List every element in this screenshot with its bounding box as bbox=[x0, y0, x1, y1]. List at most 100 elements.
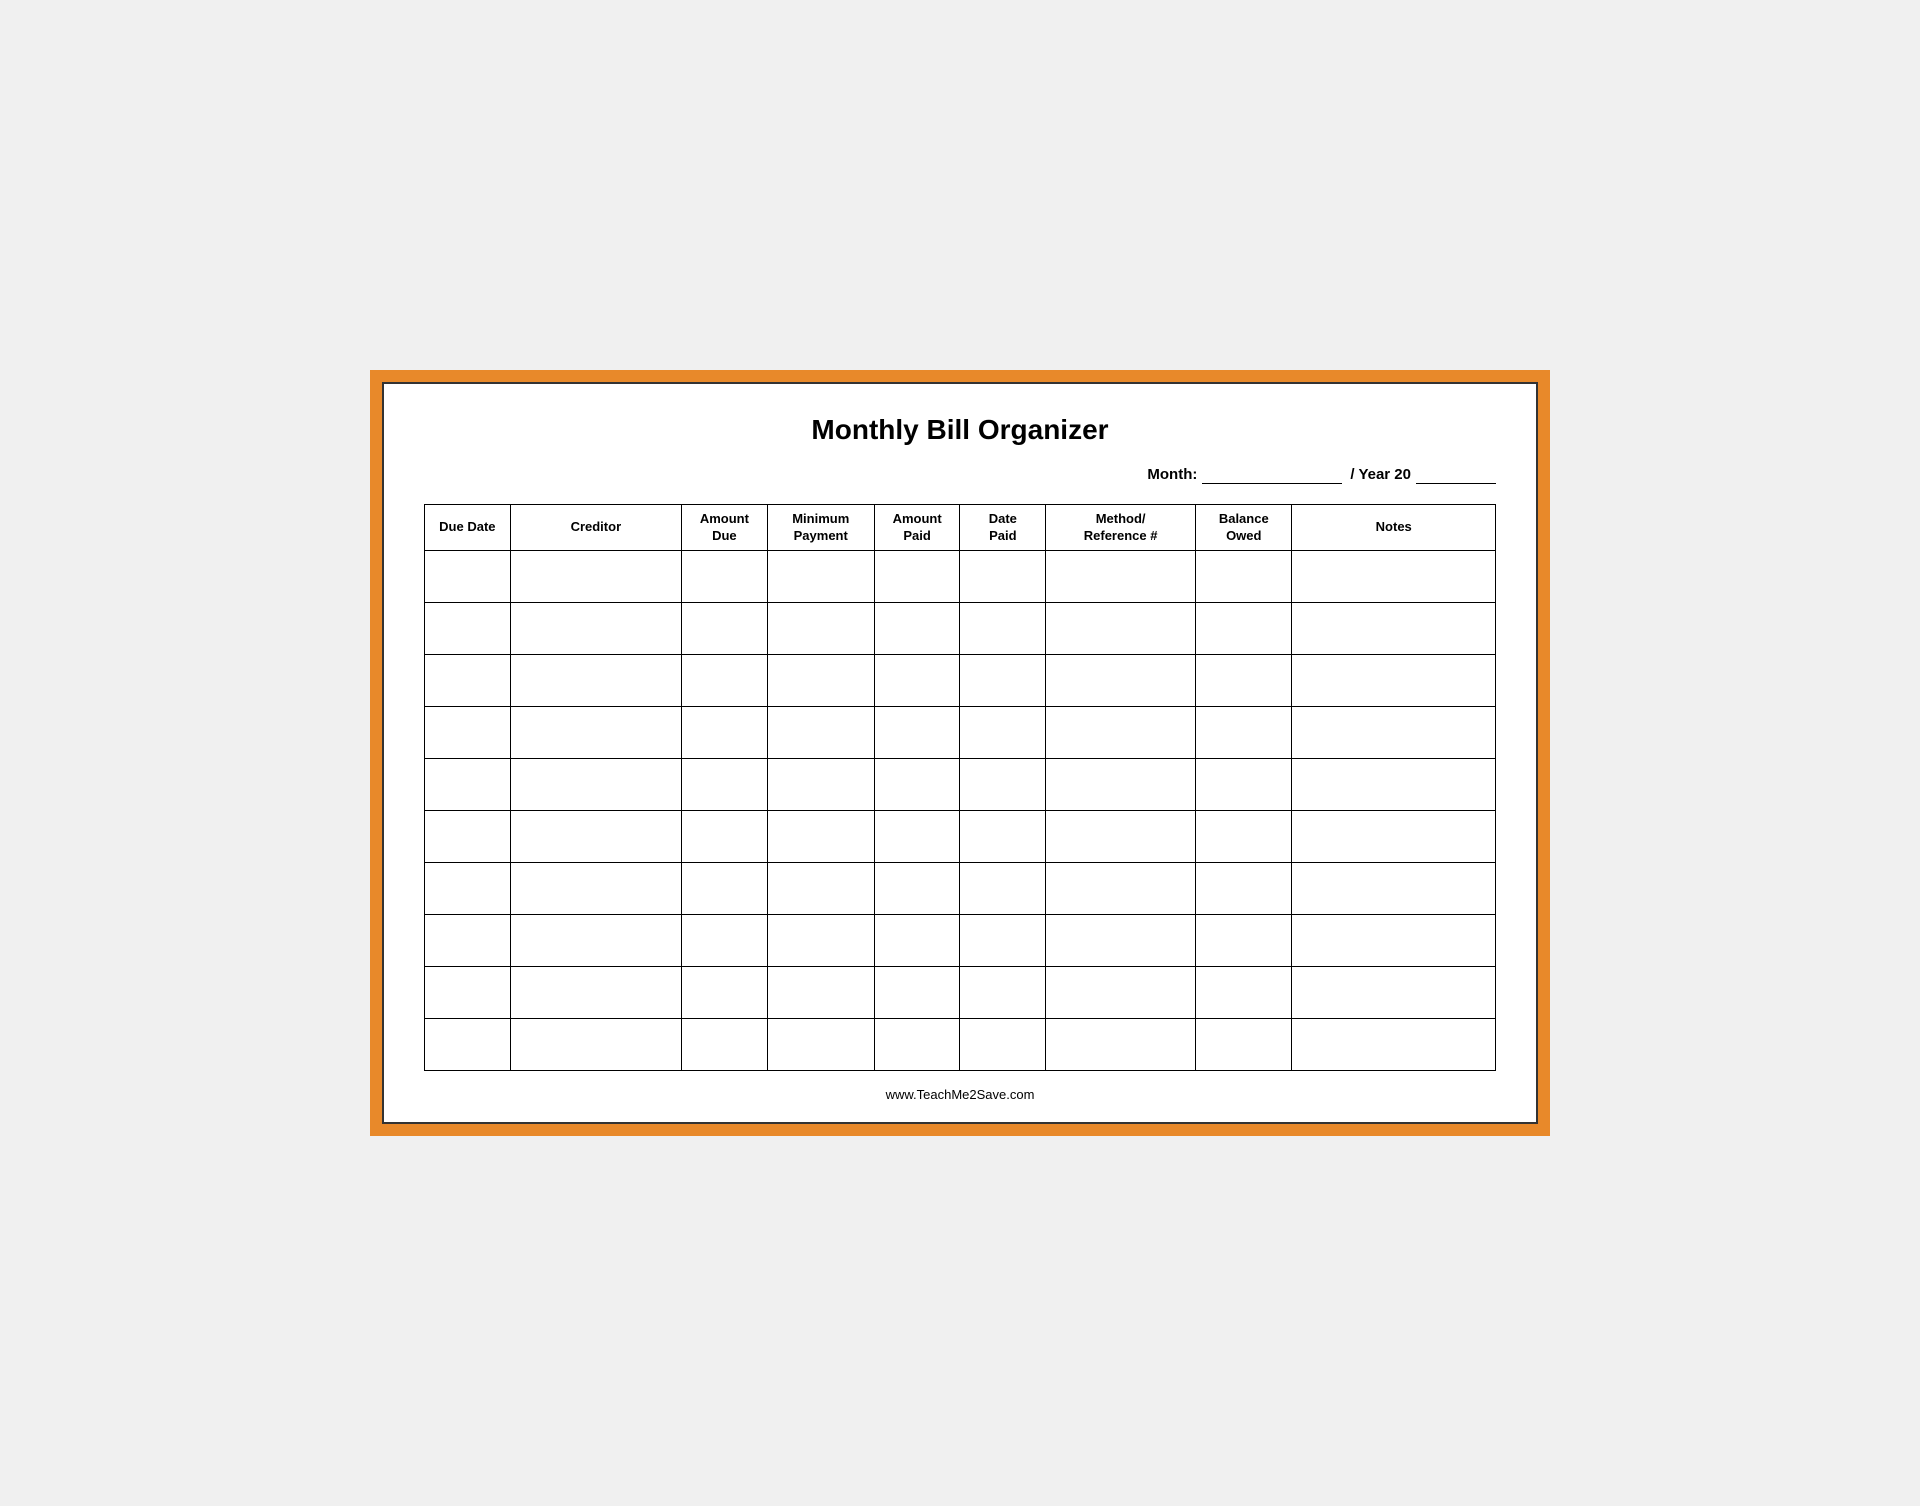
header-creditor: Creditor bbox=[510, 504, 681, 551]
table-cell bbox=[960, 655, 1046, 707]
table-cell bbox=[767, 1019, 874, 1071]
table-header-row: Due Date Creditor AmountDue MinimumPayme… bbox=[425, 504, 1496, 551]
table-cell bbox=[1196, 915, 1292, 967]
table-cell bbox=[1046, 551, 1196, 603]
table-cell bbox=[510, 1019, 681, 1071]
table-cell bbox=[767, 655, 874, 707]
table-cell bbox=[1196, 707, 1292, 759]
table-cell bbox=[767, 967, 874, 1019]
table-cell bbox=[682, 759, 768, 811]
table-cell bbox=[510, 655, 681, 707]
table-cell bbox=[425, 915, 511, 967]
table-cell bbox=[425, 811, 511, 863]
table-cell bbox=[1292, 759, 1496, 811]
month-line bbox=[1202, 466, 1342, 484]
table-cell bbox=[682, 967, 768, 1019]
table-cell bbox=[1196, 967, 1292, 1019]
table-cell bbox=[960, 967, 1046, 1019]
table-cell bbox=[767, 915, 874, 967]
header-balance-owed: BalanceOwed bbox=[1196, 504, 1292, 551]
table-cell bbox=[510, 551, 681, 603]
table-cell bbox=[682, 551, 768, 603]
table-row bbox=[425, 655, 1496, 707]
table-cell bbox=[1046, 707, 1196, 759]
table-cell bbox=[510, 811, 681, 863]
table-cell bbox=[425, 863, 511, 915]
table-cell bbox=[425, 551, 511, 603]
table-cell bbox=[874, 603, 960, 655]
footer-text: www.TeachMe2Save.com bbox=[424, 1087, 1496, 1102]
table-cell bbox=[874, 759, 960, 811]
table-cell bbox=[510, 707, 681, 759]
table-cell bbox=[960, 915, 1046, 967]
table-cell bbox=[1292, 551, 1496, 603]
table-cell bbox=[510, 759, 681, 811]
table-cell bbox=[767, 603, 874, 655]
table-cell bbox=[960, 707, 1046, 759]
table-cell bbox=[767, 863, 874, 915]
table-row bbox=[425, 863, 1496, 915]
table-cell bbox=[1292, 863, 1496, 915]
table-row bbox=[425, 1019, 1496, 1071]
header-due-date: Due Date bbox=[425, 504, 511, 551]
table-cell bbox=[874, 551, 960, 603]
table-row bbox=[425, 811, 1496, 863]
table-cell bbox=[767, 551, 874, 603]
table-cell bbox=[874, 655, 960, 707]
table-cell bbox=[1046, 863, 1196, 915]
header-method-ref: Method/Reference # bbox=[1046, 504, 1196, 551]
inner-page: Monthly Bill Organizer Month: / Year 20 … bbox=[382, 382, 1538, 1125]
table-row bbox=[425, 707, 1496, 759]
bill-organizer-table: Due Date Creditor AmountDue MinimumPayme… bbox=[424, 504, 1496, 1072]
table-cell bbox=[682, 707, 768, 759]
table-row bbox=[425, 551, 1496, 603]
table-cell bbox=[874, 915, 960, 967]
table-cell bbox=[1196, 811, 1292, 863]
table-cell bbox=[767, 707, 874, 759]
table-cell bbox=[1046, 967, 1196, 1019]
table-cell bbox=[874, 1019, 960, 1071]
table-cell bbox=[767, 759, 874, 811]
table-cell bbox=[510, 863, 681, 915]
table-cell bbox=[510, 967, 681, 1019]
table-cell bbox=[1196, 863, 1292, 915]
table-cell bbox=[1292, 603, 1496, 655]
table-cell bbox=[1292, 811, 1496, 863]
table-cell bbox=[960, 863, 1046, 915]
outer-border: Monthly Bill Organizer Month: / Year 20 … bbox=[370, 370, 1550, 1137]
table-row bbox=[425, 915, 1496, 967]
table-cell bbox=[1046, 759, 1196, 811]
table-cell bbox=[1196, 603, 1292, 655]
table-cell bbox=[960, 551, 1046, 603]
header-amount-paid: AmountPaid bbox=[874, 504, 960, 551]
table-cell bbox=[682, 1019, 768, 1071]
table-cell bbox=[425, 707, 511, 759]
table-cell bbox=[510, 603, 681, 655]
table-row bbox=[425, 603, 1496, 655]
table-cell bbox=[874, 967, 960, 1019]
table-cell bbox=[1196, 655, 1292, 707]
table-cell bbox=[960, 759, 1046, 811]
table-cell bbox=[510, 915, 681, 967]
table-cell bbox=[960, 811, 1046, 863]
table-cell bbox=[682, 863, 768, 915]
table-cell bbox=[1046, 811, 1196, 863]
header-date-paid: DatePaid bbox=[960, 504, 1046, 551]
table-cell bbox=[425, 655, 511, 707]
month-year-row: Month: / Year 20 bbox=[424, 466, 1496, 484]
table-cell bbox=[1292, 707, 1496, 759]
month-label: Month: bbox=[1147, 466, 1197, 484]
table-row bbox=[425, 967, 1496, 1019]
table-cell bbox=[1196, 551, 1292, 603]
table-cell bbox=[682, 655, 768, 707]
table-cell bbox=[425, 603, 511, 655]
table-cell bbox=[682, 811, 768, 863]
table-cell bbox=[1196, 759, 1292, 811]
table-cell bbox=[1046, 655, 1196, 707]
table-cell bbox=[874, 811, 960, 863]
table-cell bbox=[425, 967, 511, 1019]
table-cell bbox=[1292, 655, 1496, 707]
table-cell bbox=[960, 603, 1046, 655]
table-cell bbox=[1046, 603, 1196, 655]
year-line bbox=[1416, 466, 1496, 484]
